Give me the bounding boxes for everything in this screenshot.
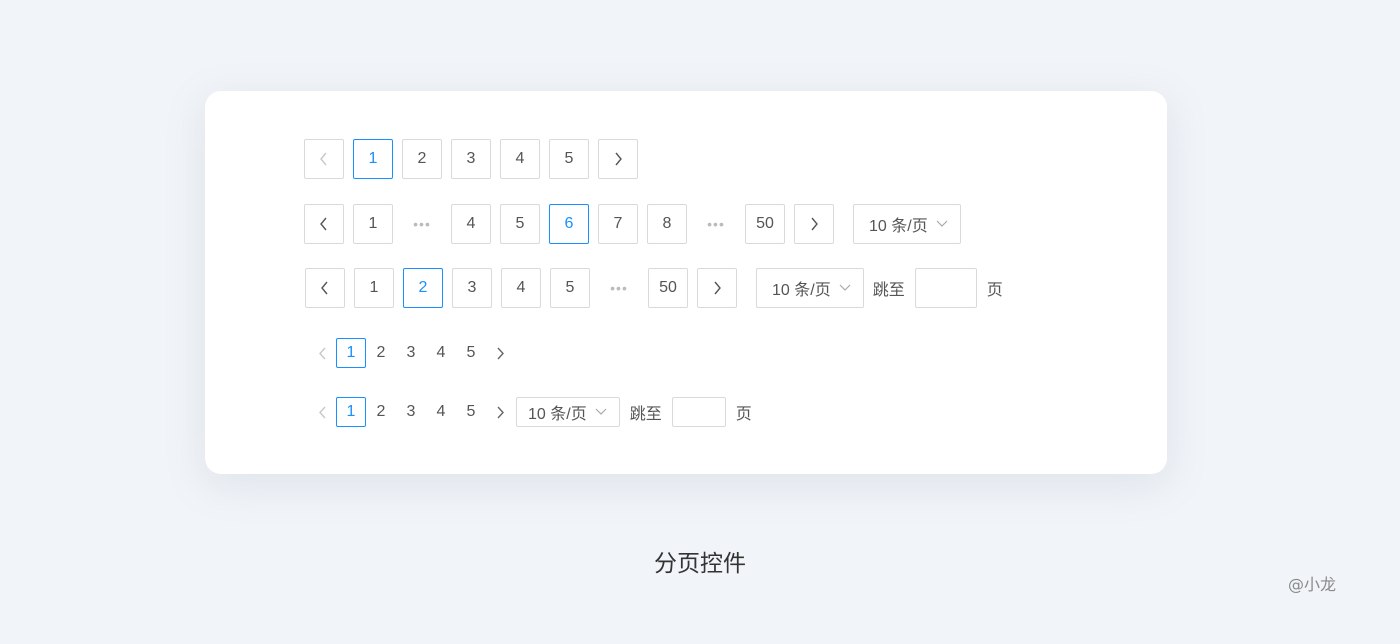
page-button-3[interactable]: 3 [396, 397, 426, 427]
page-button-1[interactable]: 1 [336, 397, 366, 427]
page-button-5[interactable]: 5 [456, 338, 486, 368]
page-button-7[interactable]: 7 [598, 204, 638, 244]
page-button-6[interactable]: 6 [549, 204, 589, 244]
page-size-select[interactable]: 10 条/页 [756, 268, 864, 308]
page-button-3[interactable]: 3 [452, 268, 492, 308]
page-button-1[interactable]: 1 [354, 268, 394, 308]
page-button-3[interactable]: 3 [451, 139, 491, 179]
author-watermark: @小龙 [1288, 575, 1337, 594]
page-button-4[interactable]: 4 [501, 268, 541, 308]
page-ellipsis-right[interactable]: ••• [696, 204, 736, 244]
page-button-5[interactable]: 5 [500, 204, 540, 244]
chevron-left-icon [318, 347, 326, 359]
next-page-button[interactable] [598, 139, 638, 179]
page-button-5[interactable]: 5 [456, 397, 486, 427]
jump-to-label: 跳至 [629, 406, 662, 423]
page-button-3[interactable]: 3 [396, 338, 426, 368]
page-suffix-label: 页 [986, 282, 1003, 299]
pagination-mini: 1 2 3 4 5 [308, 338, 514, 368]
chevron-left-icon [320, 217, 327, 231]
chevron-right-icon [714, 281, 721, 295]
page-button-4[interactable]: 4 [426, 397, 456, 427]
page-button-first[interactable]: 1 [353, 204, 393, 244]
jump-page-input[interactable] [671, 397, 726, 427]
page-suffix-label: 页 [735, 406, 752, 423]
page-button-5[interactable]: 5 [549, 139, 589, 179]
chevron-down-icon [936, 220, 948, 227]
chevron-left-icon [320, 152, 327, 166]
pagination-showcase-card: 1 2 3 4 5 1 ••• 4 5 6 7 8 ••• 50 10 条/页 [205, 91, 1167, 474]
pagination-with-jumper: 1 2 3 4 5 ••• 50 10 条/页 跳至 页 [305, 268, 1003, 308]
page-size-value: 10 条/页 [869, 218, 928, 235]
page-button-2[interactable]: 2 [403, 268, 443, 308]
jump-page-input[interactable] [914, 268, 977, 308]
page-size-select[interactable]: 10 条/页 [853, 204, 961, 244]
chevron-left-icon [318, 406, 326, 418]
pagination-mini-with-jumper: 1 2 3 4 5 10 条/页 跳至 页 [308, 397, 752, 427]
page-size-value: 10 条/页 [528, 406, 587, 423]
pagination-basic: 1 2 3 4 5 [304, 139, 647, 179]
jump-to-label: 跳至 [872, 282, 905, 299]
page-button-1[interactable]: 1 [336, 338, 366, 368]
prev-page-button[interactable] [304, 139, 344, 179]
page-button-4[interactable]: 4 [451, 204, 491, 244]
page-button-2[interactable]: 2 [366, 338, 396, 368]
prev-page-button[interactable] [304, 204, 344, 244]
chevron-right-icon [496, 347, 504, 359]
page-button-2[interactable]: 2 [402, 139, 442, 179]
next-page-button[interactable] [486, 338, 514, 368]
next-page-button[interactable] [697, 268, 737, 308]
prev-page-button[interactable] [308, 397, 336, 427]
page-button-5[interactable]: 5 [550, 268, 590, 308]
chevron-down-icon [839, 284, 851, 291]
page-ellipsis-left[interactable]: ••• [402, 204, 442, 244]
chevron-right-icon [811, 217, 818, 231]
page-button-last[interactable]: 50 [745, 204, 785, 244]
chevron-right-icon [615, 152, 622, 166]
page-button-1[interactable]: 1 [353, 139, 393, 179]
next-page-button[interactable] [794, 204, 834, 244]
page-caption: 分页控件 [654, 551, 746, 577]
pagination-with-ellipsis: 1 ••• 4 5 6 7 8 ••• 50 10 条/页 [304, 204, 961, 244]
page-size-value: 10 条/页 [772, 282, 831, 299]
chevron-left-icon [321, 281, 328, 295]
page-button-2[interactable]: 2 [366, 397, 396, 427]
page-button-8[interactable]: 8 [647, 204, 687, 244]
page-size-select[interactable]: 10 条/页 [516, 397, 620, 427]
prev-page-button[interactable] [305, 268, 345, 308]
chevron-down-icon [595, 408, 607, 415]
chevron-right-icon [496, 406, 504, 418]
next-page-button[interactable] [486, 397, 514, 427]
prev-page-button[interactable] [308, 338, 336, 368]
page-ellipsis[interactable]: ••• [599, 268, 639, 308]
page-button-4[interactable]: 4 [426, 338, 456, 368]
page-button-last[interactable]: 50 [648, 268, 688, 308]
page-button-4[interactable]: 4 [500, 139, 540, 179]
